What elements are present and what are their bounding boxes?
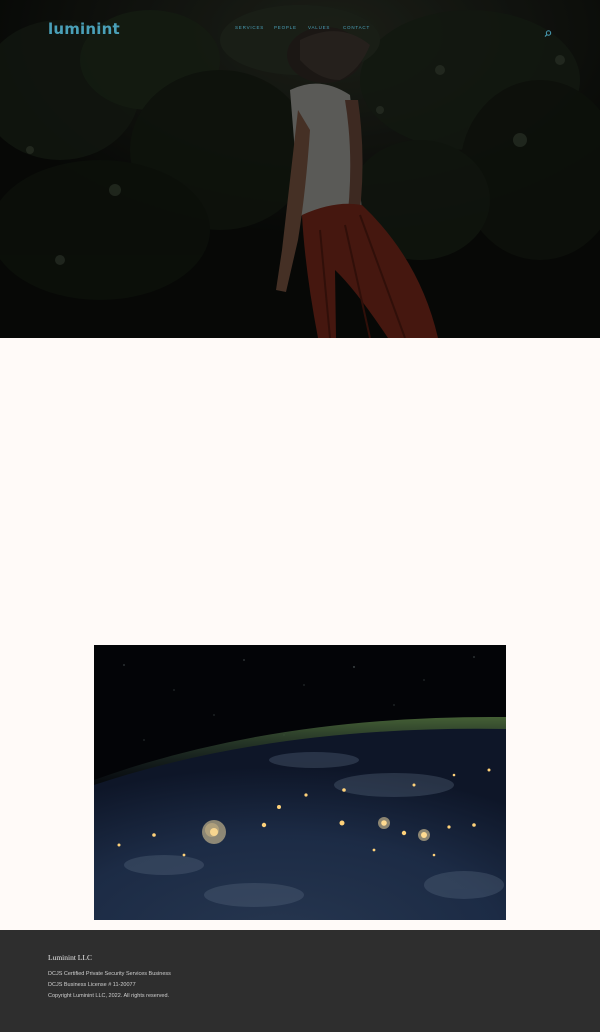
- footer-copyright: Copyright Luminint LLC, 2022. All rights…: [48, 993, 170, 999]
- hero-section: luminint SERVICES PEOPLE VALUES CONTACT: [0, 0, 600, 338]
- search-button[interactable]: [543, 26, 553, 37]
- nav-item-values[interactable]: VALUES: [308, 25, 330, 30]
- nav-item-people[interactable]: PEOPLE: [274, 25, 297, 30]
- page: luminint SERVICES PEOPLE VALUES CONTACT: [0, 0, 600, 1032]
- footer-license: DCJS Business License # 11-20077: [48, 982, 136, 988]
- main-nav: SERVICES PEOPLE VALUES CONTACT: [0, 25, 600, 35]
- search-icon: [544, 30, 552, 37]
- site-header: luminint SERVICES PEOPLE VALUES CONTACT: [0, 0, 600, 60]
- earth-photo: [94, 645, 506, 920]
- content-section: [0, 338, 600, 645]
- footer-certification: DCJS Certified Private Security Services…: [48, 971, 171, 977]
- feature-image: [94, 645, 506, 920]
- nav-item-contact[interactable]: CONTACT: [343, 25, 370, 30]
- site-footer: Luminint LLC DCJS Certified Private Secu…: [0, 930, 600, 1032]
- footer-company-name: Luminint LLC: [48, 953, 92, 962]
- nav-item-services[interactable]: SERVICES: [235, 25, 264, 30]
